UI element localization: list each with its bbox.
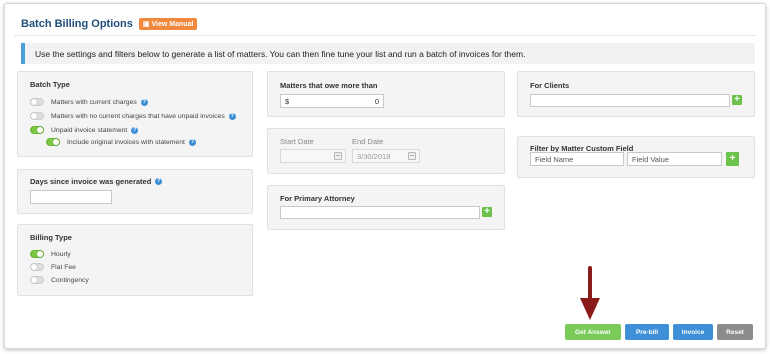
add-custom-field-button[interactable]: + — [726, 152, 739, 166]
days-since-input[interactable] — [30, 190, 112, 204]
invoice-button[interactable]: Invoice — [673, 324, 713, 340]
billing-type-panel: Billing Type Hourly Flat Fee Contingency — [17, 224, 253, 296]
option-unpaid-statement-label: Unpaid invoice statement — [51, 126, 128, 134]
toggle-unpaid-statement[interactable] — [30, 126, 44, 134]
view-manual-label: View Manual — [151, 20, 194, 28]
for-clients-input[interactable] — [530, 94, 730, 107]
end-date-value: 3/30/2018 — [357, 151, 391, 161]
option-hourly-label: Hourly — [51, 250, 71, 258]
option-hourly[interactable]: Hourly — [30, 250, 71, 258]
option-flat-fee-label: Flat Fee — [51, 263, 76, 271]
toggle-current-charges[interactable] — [30, 98, 44, 106]
option-current-charges[interactable]: Matters with current charges ? — [30, 98, 148, 106]
help-icon[interactable]: ? — [140, 98, 148, 106]
custom-field-name-input[interactable]: Field Name — [530, 152, 624, 166]
page-header: Batch Billing Options ▣ View Manual — [21, 18, 198, 30]
primary-attorney-panel: For Primary Attorney + — [267, 185, 505, 230]
toggle-flat-fee[interactable] — [30, 263, 44, 271]
calendar-icon[interactable] — [408, 152, 416, 160]
days-since-label: Days since invoice was generated — [30, 177, 152, 186]
end-date-input[interactable]: 3/30/2018 — [352, 149, 420, 163]
option-unpaid-statement[interactable]: Unpaid invoice statement ? — [30, 126, 139, 134]
option-contingency[interactable]: Contingency — [30, 276, 89, 284]
owe-more-panel: Matters that owe more than $ 0 — [267, 71, 505, 117]
view-manual-button[interactable]: ▣ View Manual — [138, 18, 198, 30]
info-banner: Use the settings and filters below to ge… — [21, 43, 755, 64]
option-no-current-charges-label: Matters with no current charges that hav… — [51, 112, 225, 120]
calendar-icon[interactable] — [334, 152, 342, 160]
primary-attorney-title: For Primary Attorney — [280, 194, 355, 203]
start-date-label: Start Date — [280, 137, 314, 146]
owe-more-input[interactable]: $ 0 — [280, 94, 384, 108]
option-current-charges-label: Matters with current charges — [51, 98, 137, 106]
get-answer-button[interactable]: Get Answer — [565, 324, 621, 340]
help-icon[interactable]: ? — [131, 126, 139, 134]
book-icon: ▣ — [142, 21, 150, 28]
reset-button[interactable]: Reset — [717, 324, 753, 340]
prebill-button[interactable]: Pre-bill — [625, 324, 669, 340]
end-date-label: End Date — [352, 137, 384, 146]
help-icon[interactable]: ? — [228, 112, 236, 120]
option-flat-fee[interactable]: Flat Fee — [30, 263, 76, 271]
billing-type-title: Billing Type — [30, 233, 72, 242]
help-icon[interactable]: ? — [155, 178, 163, 185]
custom-field-panel: Filter by Matter Custom Field Field Name… — [517, 136, 755, 178]
batch-type-panel: Batch Type Matters with current charges … — [17, 71, 253, 157]
option-include-original-label: Include original invoices with statement — [67, 138, 185, 146]
option-no-current-charges[interactable]: Matters with no current charges that hav… — [30, 112, 236, 120]
owe-more-value: 0 — [374, 96, 379, 106]
primary-attorney-input[interactable] — [280, 206, 480, 219]
owe-more-title: Matters that owe more than — [280, 81, 378, 90]
date-range-panel: Start Date End Date 3/30/2018 — [267, 128, 505, 174]
custom-field-value-input[interactable]: Field Value — [627, 152, 722, 166]
page-title: Batch Billing Options — [21, 18, 133, 30]
toggle-include-original[interactable] — [46, 138, 60, 146]
for-clients-panel: For Clients + — [517, 71, 755, 117]
toggle-contingency[interactable] — [30, 276, 44, 284]
currency-symbol: $ — [285, 96, 290, 106]
add-attorney-button[interactable]: + — [482, 207, 492, 217]
start-date-input[interactable] — [280, 149, 346, 163]
toggle-no-current-charges[interactable] — [30, 112, 44, 120]
annotation-arrow — [580, 266, 600, 320]
add-client-button[interactable]: + — [732, 95, 742, 105]
batch-billing-window: Batch Billing Options ▣ View Manual Use … — [4, 3, 766, 349]
option-contingency-label: Contingency — [51, 276, 89, 284]
toggle-hourly[interactable] — [30, 250, 44, 258]
header-divider — [14, 35, 756, 36]
days-since-title: Days since invoice was generated ? — [30, 177, 163, 186]
for-clients-title: For Clients — [530, 81, 570, 90]
batch-type-title: Batch Type — [30, 80, 70, 89]
help-icon[interactable]: ? — [188, 138, 196, 146]
option-include-original[interactable]: Include original invoices with statement… — [46, 138, 196, 146]
days-since-panel: Days since invoice was generated ? — [17, 169, 253, 214]
